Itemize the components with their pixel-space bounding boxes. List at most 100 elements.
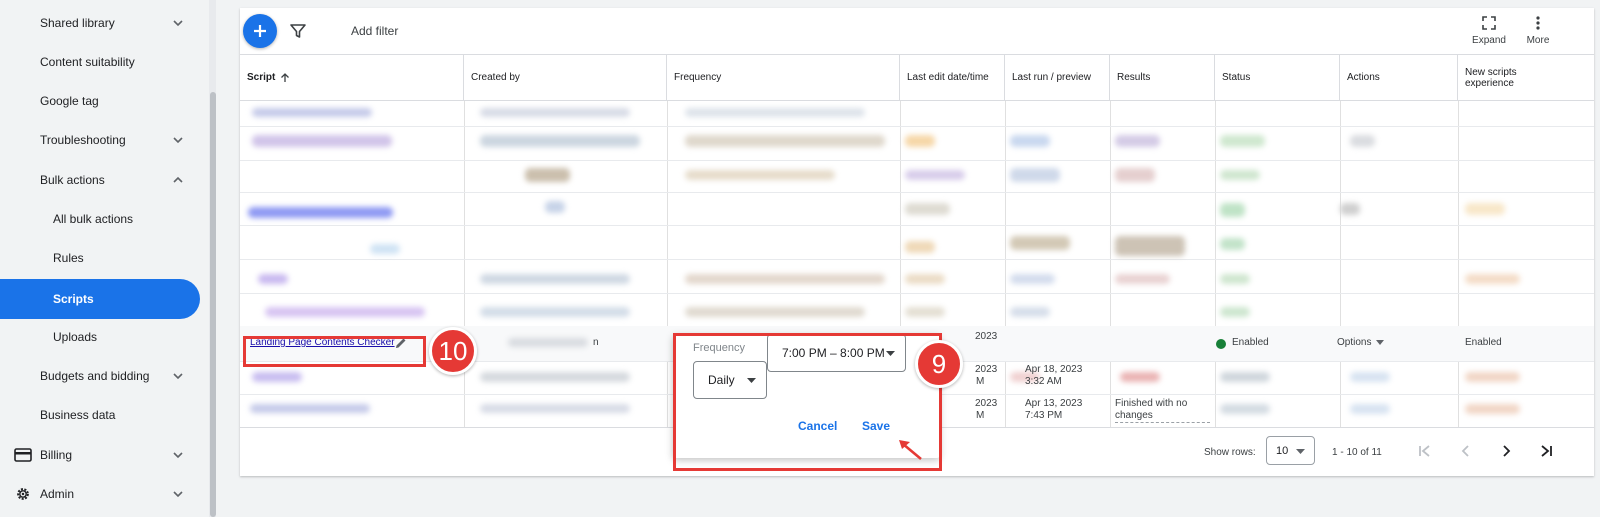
plus-icon (254, 25, 266, 37)
credit-card-icon (14, 448, 32, 462)
column-label: Last edit date/time (907, 72, 989, 84)
row-divider (240, 160, 1594, 161)
column-label: Actions (1347, 72, 1380, 84)
annotation-highlight-script-edit (243, 336, 426, 367)
nav-label: Rules (53, 251, 84, 265)
column-label: Created by (471, 72, 520, 84)
filter-icon[interactable] (289, 22, 307, 40)
chevron-right-icon (1503, 445, 1511, 457)
status-enabled-dot (1216, 339, 1226, 349)
nav-label: All bulk actions (53, 212, 134, 226)
options-dropdown[interactable]: Options (1337, 337, 1385, 348)
rows-per-page-value: 10 (1276, 444, 1289, 457)
nav-label: Uploads (53, 330, 98, 344)
last-run-time: 7:43 PM (1025, 410, 1063, 421)
last-edit-date: 2023 (975, 398, 998, 409)
nav-bulk-actions[interactable]: Bulk actions (0, 160, 200, 200)
chevron-up-icon (173, 176, 183, 183)
column-label: New scripts experience (1465, 66, 1517, 90)
column-label: Frequency (674, 72, 722, 84)
annotation-arrow-icon (899, 440, 922, 460)
results-cell: Finished with no changes (1115, 398, 1210, 423)
nav-rules[interactable]: Rules (0, 238, 200, 278)
rows-per-page-select[interactable]: 10 (1266, 436, 1315, 465)
nav-label: Google tag (40, 94, 99, 108)
column-header-last-edit[interactable]: Last edit date/time (900, 55, 1005, 101)
column-label: Last run / preview (1012, 72, 1091, 84)
previous-page-button[interactable] (1453, 438, 1479, 464)
nav-scripts[interactable]: Scripts (0, 279, 200, 319)
last-page-button[interactable] (1533, 438, 1559, 464)
nav-label: Business data (40, 408, 116, 422)
row-divider (240, 192, 1594, 193)
column-header-status[interactable]: Status (1215, 55, 1340, 101)
next-page-button[interactable] (1493, 438, 1519, 464)
add-filter-button[interactable]: Add filter (351, 24, 398, 38)
chevron-down-icon (173, 137, 183, 144)
nav-billing[interactable]: Billing (0, 435, 200, 475)
pagination-range: 1 - 10 of 11 (1332, 447, 1382, 458)
table-header: Script Created by Frequency Last edit da… (240, 54, 1594, 101)
add-script-button[interactable] (243, 14, 277, 48)
chevron-down-icon (173, 452, 183, 459)
nav-label: Troubleshooting (40, 133, 126, 147)
new-scripts-experience-cell: Enabled (1465, 337, 1502, 348)
chevron-left-icon (1461, 445, 1469, 457)
nav-budgets-and-bidding[interactable]: Budgets and bidding (0, 356, 200, 396)
expand-label: Expand (1472, 35, 1506, 46)
dropdown-arrow-icon (1376, 340, 1385, 345)
last-edit-date: 2023 (975, 364, 998, 375)
column-header-results[interactable]: Results (1110, 55, 1215, 101)
last-run-time: 3:32 AM (1025, 376, 1062, 387)
column-divider (1110, 101, 1111, 427)
column-divider (1458, 101, 1459, 427)
column-divider (1215, 101, 1216, 427)
last-run-date: Apr 18, 2023 (1025, 364, 1083, 375)
row-divider (240, 225, 1594, 226)
nav-label: Billing (40, 448, 73, 462)
nav-google-tag[interactable]: Google tag (0, 81, 200, 121)
created-by-cell: n (593, 337, 599, 348)
last-edit-cell: 2023 (975, 331, 998, 342)
more-vert-icon (1536, 16, 1540, 30)
nav-admin[interactable]: Admin (0, 474, 200, 514)
nav-troubleshooting[interactable]: Troubleshooting (0, 120, 200, 160)
column-label: Script (247, 72, 276, 84)
nav-label: Shared library (40, 16, 115, 30)
sidebar-scrollbar-thumb[interactable] (210, 92, 216, 517)
annotation-step-badge: 9 (915, 340, 963, 388)
sort-ascending-icon (281, 73, 290, 82)
last-page-icon (1541, 445, 1552, 457)
column-header-script[interactable]: Script (240, 55, 464, 101)
nav-shared-library[interactable]: Shared library (0, 3, 200, 43)
options-label: Options (1337, 337, 1372, 348)
column-header-created-by[interactable]: Created by (464, 55, 667, 101)
nav-label: Content suitability (40, 55, 135, 69)
nav-label: Budgets and bidding (40, 369, 150, 383)
nav-uploads[interactable]: Uploads (0, 317, 200, 357)
column-header-last-run[interactable]: Last run / preview (1005, 55, 1110, 101)
nav-content-suitability[interactable]: Content suitability (0, 42, 200, 82)
first-page-icon (1419, 445, 1430, 457)
last-edit-time: M (976, 376, 985, 387)
chevron-down-icon (173, 491, 183, 498)
more-button[interactable]: More (1513, 14, 1563, 46)
status-cell: Enabled (1232, 337, 1269, 348)
column-header-new-scripts-experience[interactable]: New scripts experience (1458, 55, 1594, 101)
row-divider (240, 293, 1594, 294)
row-divider (240, 259, 1594, 260)
nav-all-bulk-actions[interactable]: All bulk actions (0, 199, 200, 239)
expand-button[interactable]: Expand (1464, 14, 1514, 46)
first-page-button[interactable] (1412, 438, 1438, 464)
chevron-down-icon (173, 373, 183, 380)
last-edit-time: M (976, 410, 985, 421)
column-divider (1340, 101, 1341, 427)
nav-business-data[interactable]: Business data (0, 395, 200, 435)
chevron-down-icon (173, 20, 183, 27)
column-header-frequency[interactable]: Frequency (667, 55, 900, 101)
column-divider (464, 101, 465, 427)
expand-icon (1482, 16, 1496, 30)
column-divider (1005, 101, 1006, 427)
column-label: Results (1117, 72, 1151, 84)
column-header-actions[interactable]: Actions (1340, 55, 1458, 101)
